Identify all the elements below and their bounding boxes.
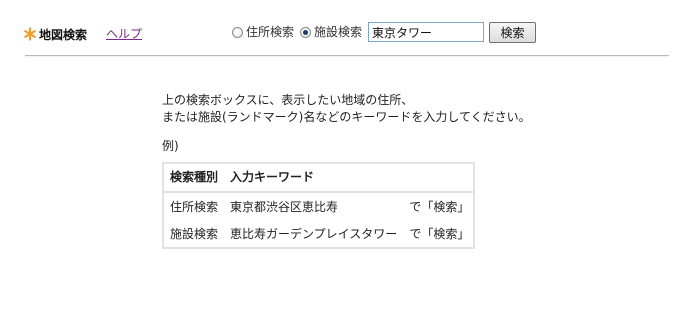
- search-area: 住所検索 施設検索 検索: [232, 21, 537, 43]
- top-bar: 地図検索 ヘルプ 住所検索 施設検索 検索: [0, 0, 695, 56]
- search-button[interactable]: 検索: [489, 21, 537, 43]
- radio-address-indicator[interactable]: [232, 26, 243, 38]
- row-keyword: 恵比寿ガーデンプレイスタワー: [230, 227, 398, 241]
- instructions: 上の検索ボックスに、表示したい地域の住所、 または施設(ランドマーク)名などのキ…: [162, 92, 531, 126]
- table-row: 施設検索 恵比寿ガーデンプレイスタワー で「検索」: [163, 220, 474, 248]
- table-row: 住所検索 東京都渋谷区恵比寿 で「検索」: [163, 192, 474, 220]
- example-table: 検索種別 入力キーワード 住所検索 東京都渋谷区恵比寿 で「検索」 施設検索 恵…: [162, 162, 476, 249]
- radio-address-label: 住所検索: [246, 25, 295, 39]
- radio-facility-label: 施設検索: [314, 25, 363, 39]
- instruction-line-2: または施設(ランドマーク)名などのキーワードを入力してください。: [162, 110, 531, 124]
- table-header-row: 検索種別 入力キーワード: [163, 163, 475, 193]
- row-keyword: 東京都渋谷区恵比寿: [230, 200, 339, 214]
- column-header-type: 検索種別: [163, 163, 225, 193]
- column-header-keyword: 入力キーワード: [224, 163, 475, 193]
- header-divider: [25, 55, 669, 56]
- page-title: 地図検索: [39, 27, 88, 42]
- row-action: で「検索」: [409, 200, 470, 214]
- brand: 地図検索: [24, 25, 87, 43]
- row-search-type: 施設検索: [170, 227, 219, 241]
- row-action: で「検索」: [409, 227, 470, 241]
- instruction-line-1: 上の検索ボックスに、表示したい地域の住所、: [162, 93, 414, 107]
- radio-facility-indicator[interactable]: [300, 26, 312, 38]
- search-input[interactable]: [368, 22, 485, 42]
- row-search-type: 住所検索: [170, 200, 219, 214]
- example-label: 例): [162, 139, 179, 153]
- radio-facility-search[interactable]: 施設検索: [300, 25, 362, 39]
- help-link[interactable]: ヘルプ: [106, 27, 142, 41]
- asterisk-icon: [24, 27, 36, 41]
- radio-address-search[interactable]: 住所検索: [232, 25, 294, 39]
